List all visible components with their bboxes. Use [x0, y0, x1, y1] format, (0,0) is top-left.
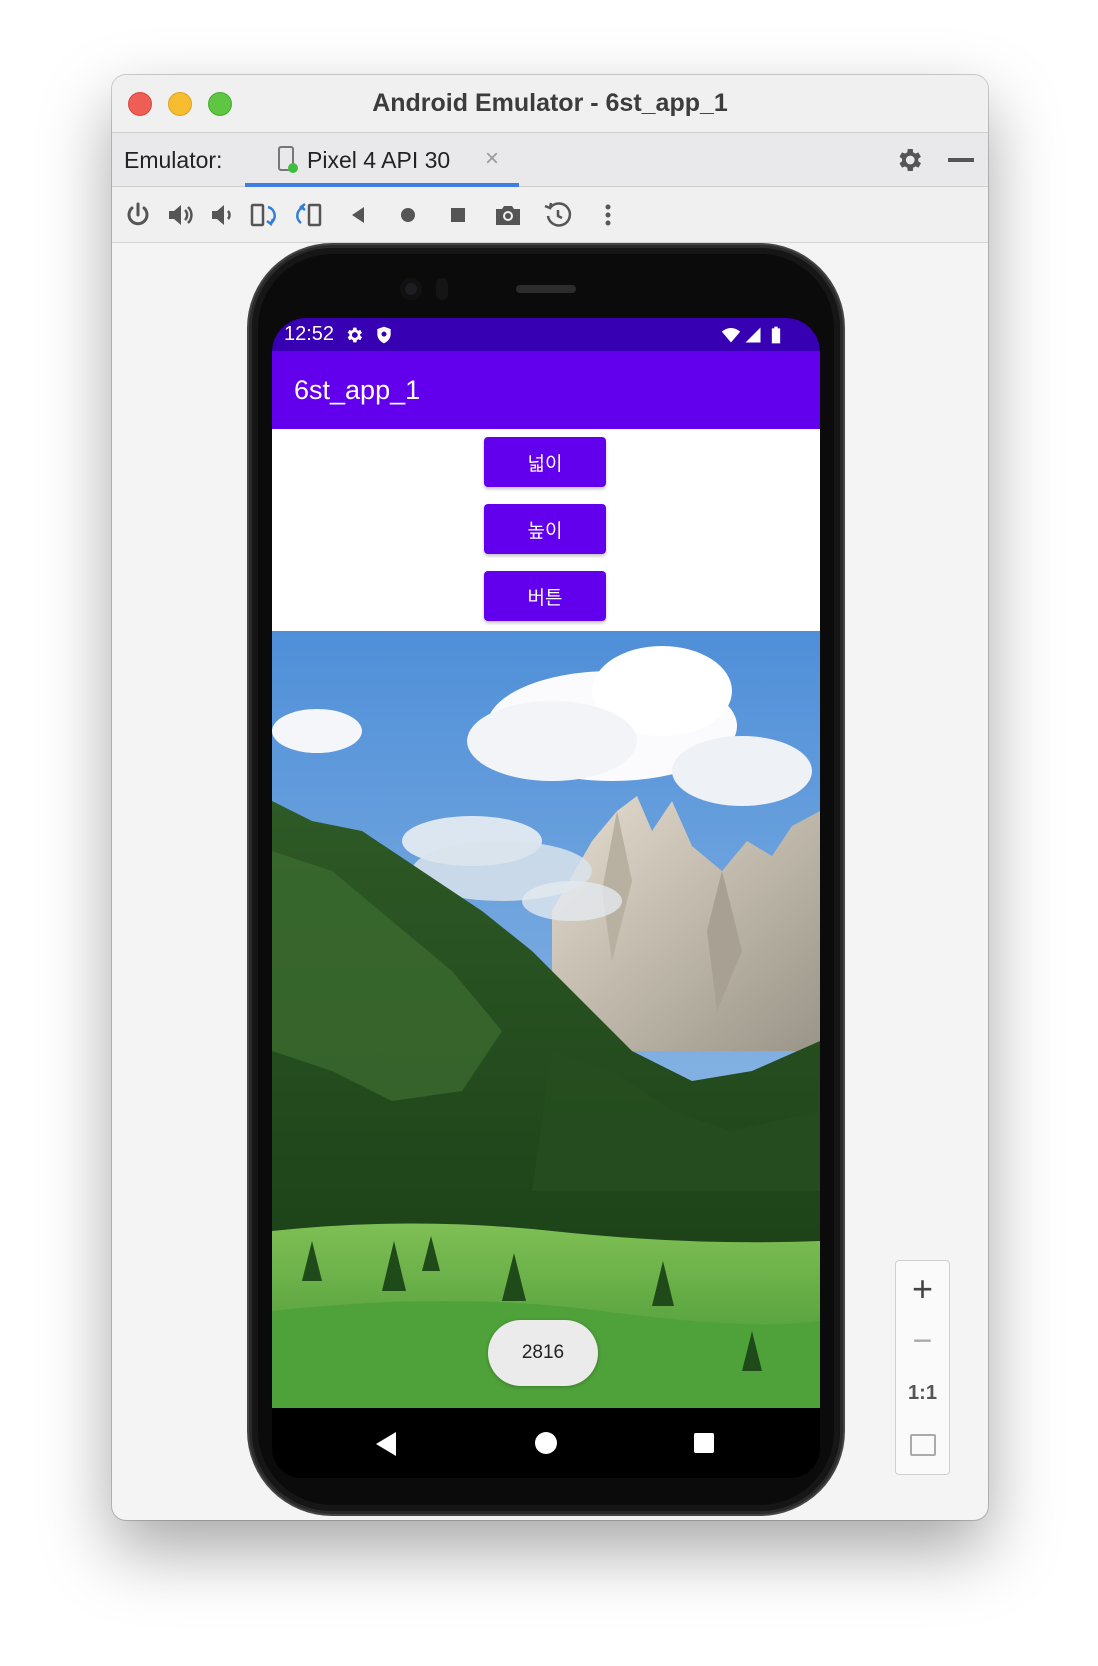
height-button[interactable]: 높이 — [484, 504, 606, 554]
emulator-label: Emulator: — [124, 147, 223, 173]
settings-status-icon — [347, 327, 362, 343]
volume-down-icon[interactable] — [206, 199, 238, 231]
zoom-out-button[interactable]: − — [896, 1315, 949, 1367]
generic-button[interactable]: 버튼 — [484, 571, 606, 621]
rotate-left-icon[interactable] — [248, 199, 280, 231]
nav-home-icon[interactable] — [535, 1432, 557, 1454]
device-screen: 12:52 6st_app_1 넓이 높이 버튼 2816 — [272, 318, 820, 1478]
minimize-panel-button[interactable] — [948, 158, 974, 162]
back-icon[interactable] — [342, 199, 374, 231]
toast-message: 2816 — [488, 1320, 598, 1386]
status-bar: 12:52 — [272, 318, 820, 351]
wifi-icon — [721, 328, 741, 343]
landscape-image-drawing — [272, 631, 820, 1408]
proximity-sensor — [436, 278, 448, 300]
zoom-fit-button[interactable] — [896, 1419, 949, 1471]
overview-icon[interactable] — [442, 199, 474, 231]
phone-frame: 12:52 6st_app_1 넓이 높이 버튼 2816 — [252, 248, 840, 1511]
gear-icon[interactable] — [894, 145, 924, 175]
title-bar: Android Emulator - 6st_app_1 — [112, 75, 988, 133]
tab-pixel-4-api-30[interactable]: Pixel 4 API 30 × — [245, 133, 519, 187]
zoom-actual-size-button[interactable]: 1:1 — [896, 1367, 949, 1419]
volume-up-icon[interactable] — [164, 199, 196, 231]
width-button[interactable]: 넓이 — [484, 437, 606, 487]
navigation-bar — [272, 1408, 820, 1478]
nav-recents-icon[interactable] — [694, 1433, 714, 1453]
zoom-in-button[interactable]: + — [896, 1263, 949, 1315]
status-time: 12:52 — [284, 323, 335, 345]
zoom-controls: + − 1:1 — [895, 1260, 950, 1475]
power-icon[interactable] — [122, 199, 154, 231]
signal-icon — [745, 327, 761, 343]
tab-close-icon[interactable]: × — [485, 145, 499, 173]
button-panel: 넓이 높이 버튼 — [272, 429, 820, 631]
window-title: Android Emulator - 6st_app_1 — [372, 89, 728, 117]
emulator-toolbar — [112, 187, 988, 243]
camera-icon[interactable] — [492, 199, 524, 231]
app-bar: 6st_app_1 — [272, 351, 820, 429]
rotate-right-icon[interactable] — [292, 199, 324, 231]
app-title: 6st_app_1 — [294, 375, 421, 405]
home-icon[interactable] — [392, 199, 424, 231]
fit-screen-icon — [909, 1434, 936, 1456]
device-icon — [278, 146, 298, 173]
front-camera — [400, 278, 422, 300]
snapshot-icon[interactable] — [542, 199, 574, 231]
tab-bar: Emulator: Pixel 4 API 30 × — [112, 133, 988, 187]
battery-icon — [771, 326, 781, 344]
earpiece-speaker — [516, 285, 576, 293]
more-icon[interactable] — [592, 199, 624, 231]
nav-back-icon[interactable] — [376, 1432, 396, 1456]
tab-label: Pixel 4 API 30 — [307, 147, 451, 173]
shield-status-icon — [377, 326, 391, 344]
landscape-image — [272, 631, 820, 1408]
